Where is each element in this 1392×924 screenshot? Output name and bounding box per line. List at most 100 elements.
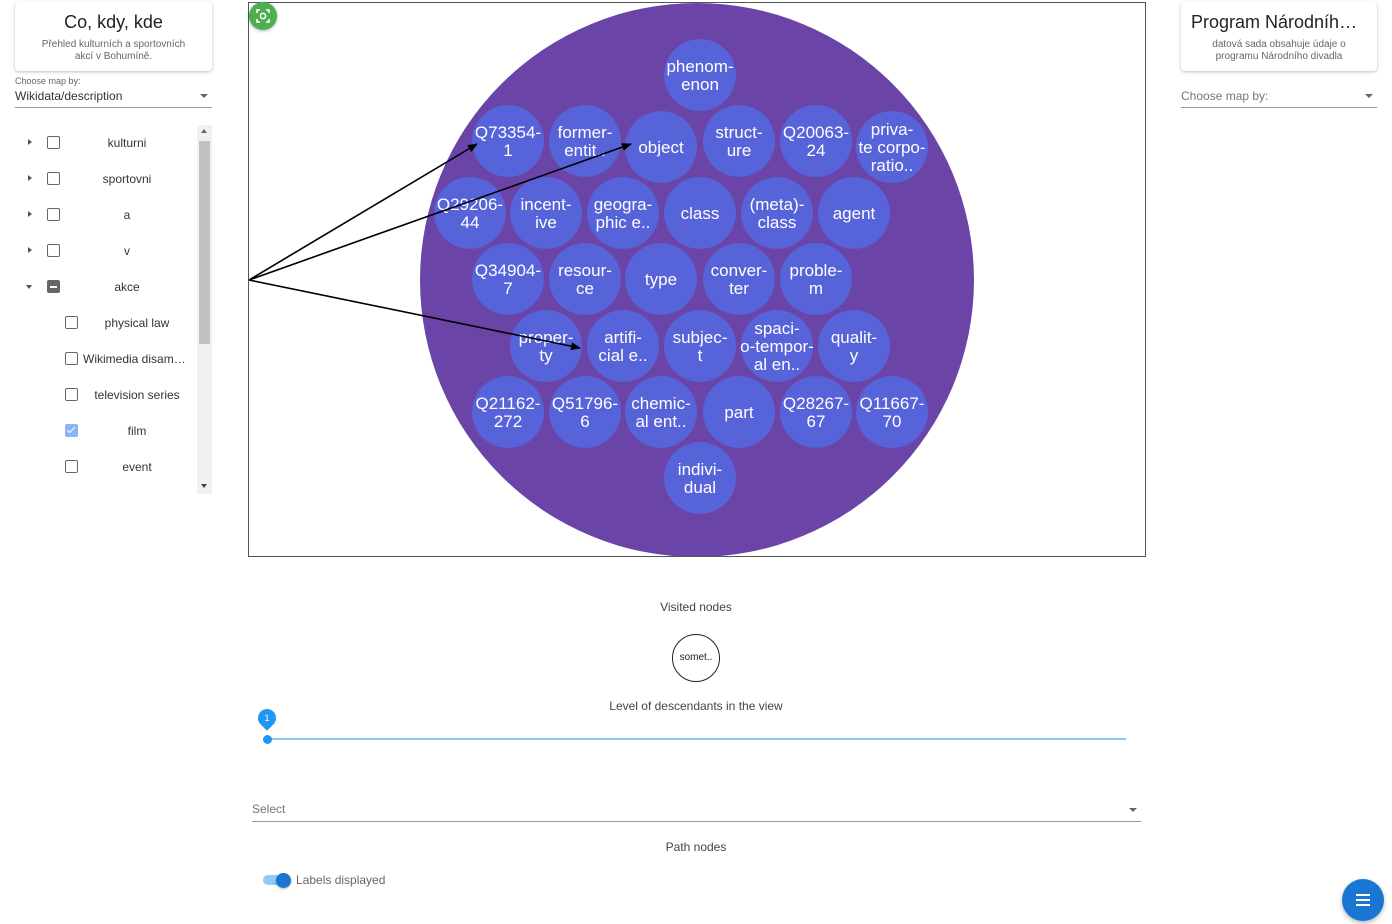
graph-node[interactable]: phenom-enon bbox=[664, 39, 736, 111]
graph-node[interactable]: proble-m bbox=[780, 243, 852, 315]
tree-item-label: a bbox=[123, 208, 131, 222]
menu-button[interactable] bbox=[1342, 879, 1384, 921]
graph-node-label: ty bbox=[539, 346, 553, 365]
graph-node[interactable]: artifi-cial e.. bbox=[587, 310, 659, 382]
graph-node-label: artifi- bbox=[604, 328, 642, 347]
graph-node-label: enon bbox=[681, 75, 719, 94]
graph-node[interactable]: priva-te corpo-ratio.. bbox=[856, 111, 928, 183]
graph-node-label: t bbox=[698, 346, 703, 365]
caret-right-icon[interactable] bbox=[28, 211, 32, 217]
tree-scrollbar[interactable] bbox=[197, 125, 212, 494]
dataset-title: Co, kdy, kde bbox=[64, 12, 163, 32]
graph-node-label: Q73354- bbox=[475, 123, 541, 142]
tree-item-checkbox[interactable] bbox=[47, 208, 60, 221]
caret-right-icon[interactable] bbox=[28, 175, 32, 181]
graph-node[interactable]: Q20063-24 bbox=[780, 105, 852, 177]
tree-item-checkbox[interactable] bbox=[65, 460, 78, 473]
graph-node-label: al ent.. bbox=[635, 412, 686, 431]
graph-node[interactable]: Q28267-67 bbox=[780, 376, 852, 448]
labels-toggle-knob[interactable] bbox=[276, 873, 291, 888]
graph-node[interactable]: Q51796-6 bbox=[549, 376, 621, 448]
tree-item-label: sportovni bbox=[102, 172, 152, 186]
graph-node-label: m bbox=[809, 279, 823, 298]
graph-node-label: ure bbox=[727, 141, 752, 160]
scroll-up-icon[interactable] bbox=[201, 129, 207, 133]
choose-map-select[interactable]: Wikidata/description bbox=[15, 89, 212, 108]
graph-node-label: Q51796- bbox=[552, 394, 618, 413]
dataset-card-left[interactable]: Co, kdy, kde Přehled kulturních a sporto… bbox=[15, 2, 212, 71]
tree-item-label: kulturni bbox=[107, 136, 147, 150]
graph-node-label: incent- bbox=[520, 195, 571, 214]
graph-node-label: Q20063- bbox=[783, 123, 849, 142]
tree-item[interactable]: event bbox=[15, 449, 197, 485]
tree-item-checkbox[interactable] bbox=[65, 352, 78, 365]
level-slider-value-pin: 1 bbox=[254, 705, 280, 731]
tree-item[interactable]: a bbox=[15, 197, 197, 233]
graph-node[interactable]: qualit-y bbox=[818, 310, 890, 382]
graph-node[interactable]: Q21162-272 bbox=[472, 376, 544, 448]
graph-node[interactable]: part bbox=[703, 376, 775, 448]
tree-item[interactable]: television series bbox=[15, 377, 197, 413]
tree-item-checkbox[interactable] bbox=[47, 280, 60, 293]
tree-item[interactable]: film bbox=[15, 413, 197, 449]
graph-node-label: ter bbox=[729, 279, 749, 298]
tree-item[interactable]: kulturni bbox=[15, 125, 197, 161]
graph-node[interactable]: Q29206-44 bbox=[434, 177, 506, 249]
graph-node[interactable]: struct-ure bbox=[703, 105, 775, 177]
graph-node[interactable]: geogra-phic e.. bbox=[587, 177, 659, 249]
caret-right-icon[interactable] bbox=[28, 247, 32, 253]
scroll-down-icon[interactable] bbox=[201, 484, 207, 488]
caret-right-icon[interactable] bbox=[28, 139, 32, 145]
graph-node[interactable]: class bbox=[664, 177, 736, 249]
scrollbar-thumb[interactable] bbox=[199, 141, 210, 344]
chevron-down-icon bbox=[1129, 808, 1137, 812]
tree-item-checkbox[interactable] bbox=[47, 136, 60, 149]
graph-node[interactable]: chemic-al ent.. bbox=[625, 376, 697, 448]
choose-map-select-right[interactable]: Choose map by: bbox=[1181, 89, 1377, 108]
tree-item[interactable]: v bbox=[15, 233, 197, 269]
graph-node[interactable]: conver-ter bbox=[703, 243, 775, 315]
graph-node-label: dual bbox=[684, 478, 716, 497]
graph-node-label: proble- bbox=[790, 261, 843, 280]
tree-item-checkbox[interactable] bbox=[65, 388, 78, 401]
tree-item[interactable]: Wikimedia disambiguation page bbox=[15, 341, 197, 377]
dataset-card-right[interactable]: Program Národního divadla datová sada ob… bbox=[1181, 2, 1377, 71]
tree-item[interactable]: akce bbox=[15, 269, 197, 305]
dataset-description: Přehled kulturních a sportovních akcí v … bbox=[41, 39, 186, 62]
graph-node-label: part bbox=[724, 403, 754, 422]
graph-node[interactable]: former-entit.. bbox=[549, 105, 621, 177]
dataset-description: datová sada obsahuje údaje o programu Ná… bbox=[1212, 39, 1346, 62]
graph-node[interactable]: Q11667-70 bbox=[856, 376, 928, 448]
graph-node[interactable]: object bbox=[625, 111, 697, 183]
graph-node-label: qualit- bbox=[831, 328, 877, 347]
caret-down-icon[interactable] bbox=[26, 285, 32, 289]
tree-item[interactable]: sportovni bbox=[15, 161, 197, 197]
level-slider-thumb[interactable] bbox=[263, 735, 272, 744]
graph-node[interactable]: Q34904-7 bbox=[472, 243, 544, 315]
tree-item-checkbox[interactable] bbox=[47, 172, 60, 185]
graph-view[interactable]: phenom-enon Q73354- 1 former-entit.. object s… bbox=[248, 2, 1146, 557]
node-select[interactable]: Select bbox=[252, 802, 1141, 822]
tree-item[interactable]: physical law bbox=[15, 305, 197, 341]
graph-node[interactable]: indivi-dual bbox=[664, 442, 736, 514]
fit-view-button[interactable] bbox=[249, 2, 277, 30]
graph-node[interactable]: resour-ce bbox=[549, 243, 621, 315]
graph-node[interactable]: agent bbox=[818, 177, 890, 249]
graph-node-label: chemic- bbox=[631, 394, 691, 413]
graph-node[interactable]: incent-ive bbox=[510, 177, 582, 249]
graph-canvas[interactable]: phenom-enonQ73354-1former-entit.. objects… bbox=[249, 3, 1145, 556]
graph-node[interactable]: (meta)-class bbox=[741, 177, 813, 249]
tree-item-label: v bbox=[124, 244, 130, 258]
visited-node[interactable]: somet.. bbox=[672, 634, 720, 682]
graph-node[interactable]: Q73354-1 bbox=[472, 105, 544, 177]
path-nodes-label: Path nodes bbox=[665, 840, 727, 854]
level-slider-track[interactable] bbox=[267, 738, 1126, 740]
graph-node[interactable]: type bbox=[625, 243, 697, 315]
graph-node-label: (meta)- bbox=[750, 195, 805, 214]
graph-node[interactable]: subjec-t bbox=[664, 310, 736, 382]
tree-item-checkbox[interactable] bbox=[47, 244, 60, 257]
graph-node-label: 24 bbox=[807, 141, 826, 160]
tree-item-checkbox[interactable] bbox=[65, 424, 78, 437]
graph-node-label: 1 bbox=[503, 141, 512, 160]
tree-item-checkbox[interactable] bbox=[65, 316, 78, 329]
